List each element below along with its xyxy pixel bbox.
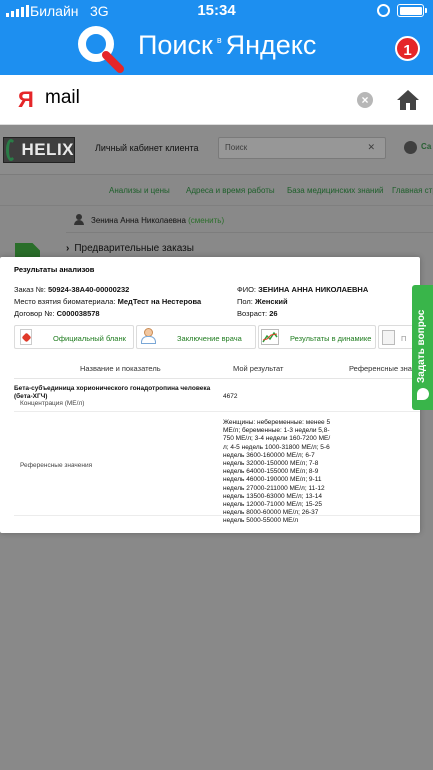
nav-home[interactable]: Главная стр: [392, 186, 433, 195]
browser-header: Билайн 3G 15:34 Поиск в Яндекс 1: [0, 0, 433, 75]
col-name-header: Название и показатель: [80, 364, 161, 373]
col-ref-header: Референсные значе: [349, 364, 420, 373]
notification-badge[interactable]: 1: [395, 36, 420, 61]
results-title: Результаты анализов: [14, 265, 95, 274]
official-form-label: Официальный бланк: [53, 334, 126, 343]
patient-age: Возраст: 26: [237, 309, 278, 318]
results-actions: Официальный бланк Заключение врача Резул…: [14, 325, 420, 349]
site-search-clear-icon[interactable]: ✕: [367, 142, 375, 153]
order-number: Заказ №: 50924-38A40-00000232: [14, 285, 129, 294]
sex-value: Женский: [254, 297, 288, 306]
clock: 15:34: [197, 2, 236, 19]
doctor-conclusion-button[interactable]: Заключение врача: [136, 325, 256, 349]
test-result-value: 4672: [223, 393, 238, 400]
document-stack-icon: [382, 330, 395, 345]
nav-analyses[interactable]: Анализы и цены: [109, 186, 170, 195]
helix-swirl-icon: [6, 139, 17, 161]
results-table-header: Название и показатель Мой результат Рефе…: [14, 357, 420, 379]
official-form-button[interactable]: Официальный бланк: [14, 325, 134, 349]
reference-label: Референсные значения: [20, 462, 93, 469]
dynamics-button[interactable]: Результаты в динамике: [258, 325, 376, 349]
preorders-link[interactable]: Предварительные заказы: [66, 243, 194, 254]
globe-icon[interactable]: [404, 141, 417, 154]
user-name: Зенина Анна Николаевна (сменить): [91, 216, 224, 225]
clear-icon[interactable]: ×: [357, 92, 373, 108]
dynamics-label: Результаты в динамике: [290, 334, 372, 343]
row-divider: [14, 411, 420, 412]
contract-label: Договор №:: [14, 309, 55, 318]
helix-logo[interactable]: HELIX: [3, 137, 75, 163]
nav-addresses[interactable]: Адреса и время работы: [186, 186, 275, 195]
contract-number: Договор №: C000038578: [14, 309, 100, 318]
test-name: Бета-субъединица хорионического гонадотр…: [14, 385, 211, 400]
patient-sex: Пол: Женский: [237, 297, 288, 306]
order-label: Заказ №:: [14, 285, 46, 294]
contract-value: C000038578: [56, 309, 100, 318]
yandex-search-logo: Поиск в Яндекс: [138, 30, 316, 61]
nav-knowledge-base[interactable]: База медицинских знаний: [287, 186, 383, 195]
fio-label: ФИО:: [237, 285, 257, 294]
site-search-input[interactable]: Поиск ✕: [218, 137, 386, 159]
reference-values: Женщины: небеременные: менее 5 МЕ/л; бер…: [223, 419, 331, 525]
age-value: 26: [269, 309, 278, 318]
battery-icon: [397, 4, 427, 17]
place-value: МедТест на Нестерова: [117, 297, 202, 306]
patient-fio: ФИО: ЗЕНИНА АННА НИКОЛАЕВНА: [237, 285, 368, 294]
address-text[interactable]: mail: [45, 87, 80, 109]
cabinet-title: Личный кабинет клиента: [95, 143, 199, 153]
status-bar: Билайн 3G 15:34: [0, 0, 433, 22]
site-header: HELIX Личный кабинет клиента Поиск ✕ Са: [0, 125, 433, 175]
age-label: Возраст:: [237, 309, 268, 318]
chart-icon: [261, 329, 279, 345]
chat-bubble-icon: [417, 388, 429, 400]
row-divider: [14, 515, 420, 516]
doctor-icon: [141, 328, 157, 346]
fio-value: ЗЕНИНА АННА НИКОЛАЕВНА: [258, 285, 369, 294]
user-row: Зенина Анна Николаевна (сменить): [66, 208, 433, 233]
results-panel: Результаты анализов Заказ №: 50924-38A40…: [0, 257, 420, 533]
nav-divider: [0, 205, 433, 206]
helix-logo-text: HELIX: [21, 140, 74, 159]
user-name-text: Зенина Анна Николаевна: [91, 216, 186, 225]
yandex-y-icon: Я: [18, 87, 34, 112]
sampling-place: Место взятия биоматериала: МедТест на Не…: [14, 297, 201, 306]
ask-question-label: Задать вопрос: [416, 309, 427, 383]
address-bar[interactable]: Я mail ×: [0, 75, 433, 125]
site-search-placeholder: Поиск: [225, 143, 248, 152]
change-user-link[interactable]: (сменить): [188, 216, 224, 225]
search-magnifier-icon: [78, 26, 124, 73]
place-label: Место взятия биоматериала:: [14, 297, 116, 306]
test-metric: Концентрация (МЕ/л): [20, 400, 85, 407]
pdf-icon: [20, 329, 32, 345]
home-icon[interactable]: [396, 88, 420, 112]
more-label: П: [401, 334, 407, 343]
doctor-conclusion-label: Заключение врача: [177, 334, 242, 343]
site-nav: Анализы и цены Адреса и время работы Баз…: [0, 178, 433, 204]
sex-label: Пол:: [237, 297, 253, 306]
order-value: 50924-38A40-00000232: [47, 285, 130, 294]
brand-preposition: в: [216, 35, 222, 45]
brand-search-word: Поиск: [138, 30, 213, 60]
brand-yandex-word: Яндекс: [225, 30, 317, 60]
header-right-link[interactable]: Са: [421, 142, 431, 151]
user-icon: [74, 214, 84, 225]
rotation-lock-icon: [377, 4, 390, 17]
ask-question-tab[interactable]: Задать вопрос: [412, 285, 433, 410]
col-result-header: Мой результат: [233, 364, 284, 373]
